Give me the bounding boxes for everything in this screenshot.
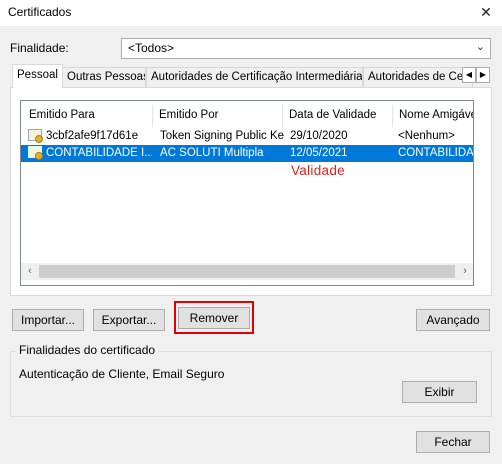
scrollbar-thumb[interactable] xyxy=(39,265,455,278)
close-button[interactable]: Fechar xyxy=(416,431,490,453)
column-header-emitido-por[interactable]: Emitido Por xyxy=(153,105,283,127)
column-header-nome-amigavel[interactable]: Nome Amigável xyxy=(393,105,473,127)
cell-emitido-para: CONTABILIDADE I... xyxy=(46,147,152,159)
certificate-purposes-title: Finalidades do certificado xyxy=(16,343,159,357)
cell-emitido-por: AC SOLUTI Multipla xyxy=(160,147,264,159)
column-header-data-validade[interactable]: Data de Validade xyxy=(283,105,393,127)
tab-autoridades-raiz[interactable]: Autoridades de Ce xyxy=(363,67,473,87)
advanced-button[interactable]: Avançado xyxy=(416,309,490,331)
tab-label: Autoridades de Ce xyxy=(368,71,464,83)
title-bar xyxy=(0,0,502,26)
import-button[interactable]: Importar... xyxy=(12,309,84,331)
highlight-box xyxy=(174,301,254,334)
cell-emitido-para: 3cbf2afe9f17d61e xyxy=(46,130,139,142)
certificate-icon xyxy=(28,146,43,160)
validade-annotation: Validade xyxy=(291,163,345,178)
table-row[interactable]: 3cbf2afe9f17d61e Token Signing Public Ke… xyxy=(21,128,473,145)
cell-data-validade: 12/05/2021 xyxy=(290,147,348,159)
tab-outras-pessoas[interactable]: Outras Pessoas xyxy=(62,67,146,87)
close-icon[interactable]: ✕ xyxy=(476,2,496,22)
chevron-down-icon: ⌄ xyxy=(475,41,485,53)
cell-nome-amigavel: <Nenhum> xyxy=(398,130,455,142)
export-button[interactable]: Exportar... xyxy=(93,309,165,331)
purpose-dropdown[interactable]: <Todos> ⌄ xyxy=(121,38,491,59)
cell-data-validade: 29/10/2020 xyxy=(290,130,348,142)
purpose-value: <Todos> xyxy=(128,41,175,55)
view-button[interactable]: Exibir xyxy=(402,381,477,403)
cell-emitido-por: Token Signing Public Key xyxy=(160,130,284,142)
table-row-selected[interactable]: CONTABILIDADE I... AC SOLUTI Multipla 12… xyxy=(21,145,473,162)
tab-label: Autoridades de Certificação Intermediári… xyxy=(151,71,363,83)
column-header-emitido-para[interactable]: Emitido Para xyxy=(23,105,153,127)
certificate-icon xyxy=(28,129,43,143)
tab-label: Pessoal xyxy=(17,69,58,81)
scroll-left-icon[interactable]: ‹ xyxy=(22,264,38,279)
tab-label: Outras Pessoas xyxy=(67,71,146,83)
certificate-purposes-value: Autenticação de Cliente, Email Seguro xyxy=(19,367,225,381)
purpose-label: Finalidade: xyxy=(10,41,69,55)
window-title: Certificados xyxy=(8,5,72,19)
cell-nome-amigavel: CONTABILIDADE xyxy=(398,147,473,159)
scroll-right-icon[interactable]: › xyxy=(457,264,473,279)
tab-intermediarias[interactable]: Autoridades de Certificação Intermediári… xyxy=(146,67,363,87)
tab-pessoal[interactable]: Pessoal xyxy=(12,64,63,88)
tab-scroll-right-icon[interactable]: ▶ xyxy=(476,67,490,83)
tab-scroll-left-icon[interactable]: ◀ xyxy=(462,67,476,83)
